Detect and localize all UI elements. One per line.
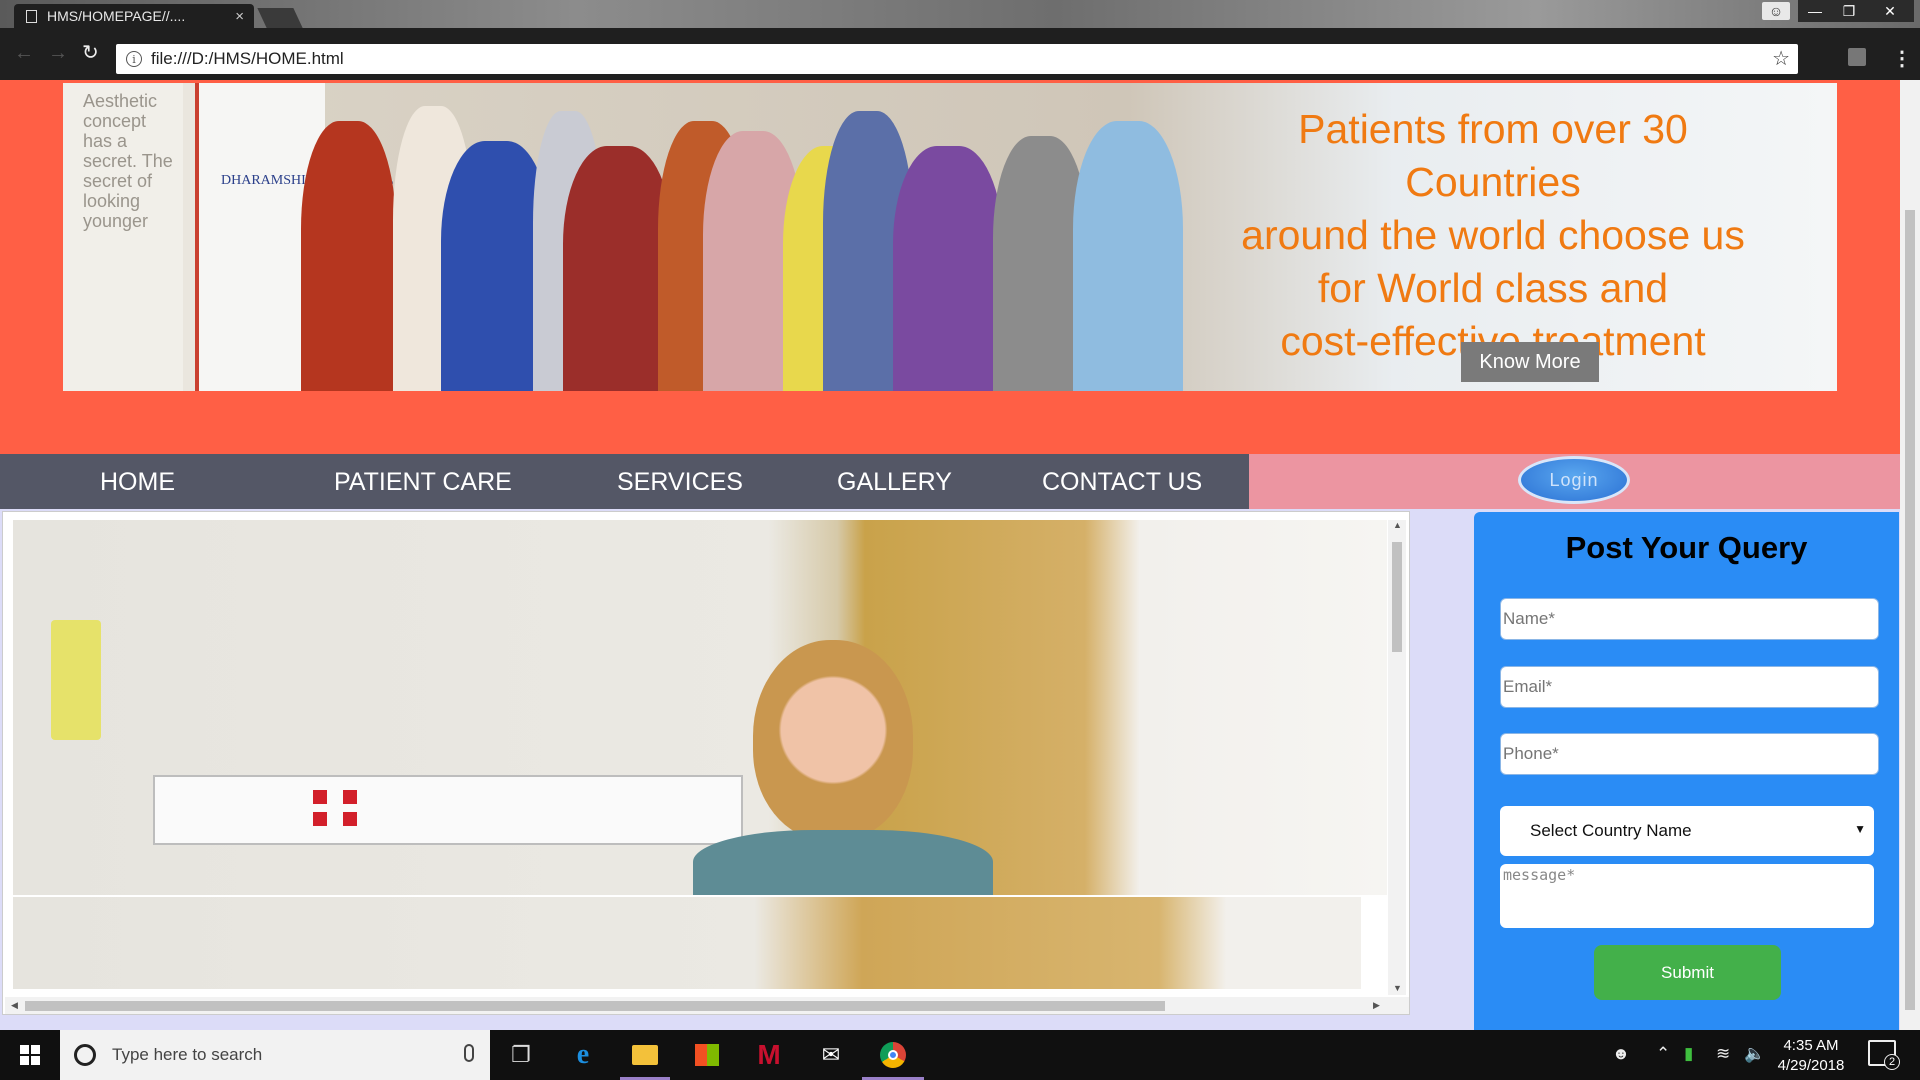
banner-headline-line: around the world choose us [1241, 212, 1745, 258]
page-scroll-thumb[interactable] [1905, 210, 1915, 1010]
store-icon[interactable] [692, 1040, 722, 1070]
query-form-title: Post Your Query [1565, 530, 1808, 565]
nav-contact-us[interactable]: CONTACT US [1042, 468, 1202, 497]
windows-logo-icon [20, 1045, 40, 1065]
cortana-icon [74, 1044, 96, 1066]
power-outlet [313, 790, 327, 804]
submit-button[interactable]: Submit [1594, 945, 1781, 1000]
scroll-down-arrow-icon[interactable]: ▼ [1393, 983, 1402, 993]
login-button[interactable]: Login [1518, 456, 1630, 504]
back-arrow-icon[interactable]: ← [14, 42, 34, 65]
nav-gallery[interactable]: GALLERY [837, 468, 952, 497]
volume-icon[interactable]: 🔈 [1744, 1044, 1765, 1064]
nav-patient-care[interactable]: PATIENT CARE [334, 468, 512, 497]
bookmark-star-icon[interactable]: ☆ [1772, 46, 1790, 71]
person-figure [301, 121, 396, 391]
power-outlet [313, 812, 327, 826]
search-placeholder: Type here to search [112, 1045, 263, 1064]
banner-headline-line: Patients from over 30 Countries [1298, 106, 1688, 205]
sharps-container [51, 620, 101, 740]
message-placeholder: message* [1503, 866, 1576, 884]
nurse-scrubs [693, 830, 993, 895]
extension-icon[interactable] [1848, 48, 1866, 66]
start-button[interactable] [0, 1030, 60, 1080]
address-bar[interactable]: i file:///D:/HMS/HOME.html ☆ [116, 44, 1798, 74]
frame-vscroll-thumb[interactable] [1392, 542, 1402, 652]
profile-icon[interactable]: ☺ [1762, 2, 1790, 20]
taskbar-search-box[interactable]: Type here to search [60, 1030, 490, 1080]
url-text[interactable]: file:///D:/HMS/HOME.html [151, 49, 344, 69]
tab-close-icon[interactable]: × [235, 8, 244, 25]
nav-services[interactable]: SERVICES [617, 468, 743, 497]
browser-menu-icon[interactable]: ⋮ [1892, 46, 1912, 71]
power-outlet [343, 812, 357, 826]
banner-headline-line: for World class and [1317, 265, 1669, 311]
nurse-photo-repeat [13, 897, 1361, 989]
windows-taskbar: Type here to search ❐ e M ✉ ☻ ⌃ ▮ ≋ 🔈 4:… [0, 1030, 1920, 1080]
frame-horizontal-scrollbar[interactable]: ◀ ▶ [5, 997, 1409, 1014]
nurse-photo [13, 520, 1387, 895]
clock-time: 4:35 AM [1783, 1037, 1839, 1054]
frame-vertical-scrollbar[interactable]: ▲ ▼ [1388, 520, 1406, 995]
scroll-left-arrow-icon[interactable]: ◀ [11, 1000, 18, 1011]
info-icon[interactable]: i [126, 51, 142, 67]
know-more-button[interactable]: Know More [1461, 342, 1599, 382]
mail-icon[interactable]: ✉ [816, 1040, 846, 1070]
query-form-panel: Post Your Query Select Country Name ▼ me… [1474, 512, 1899, 1030]
medical-gas-panel [153, 775, 743, 845]
forward-arrow-icon[interactable]: → [48, 42, 68, 65]
window-close-button[interactable]: ✕ [1866, 0, 1914, 22]
banner-headline: Patients from over 30 Countries around t… [1213, 103, 1773, 368]
clock-date: 4/29/2018 [1777, 1057, 1845, 1074]
content-frame[interactable]: ▲ ▼ ◀ ▶ [2, 511, 1410, 1015]
mcafee-icon[interactable]: M [754, 1039, 784, 1070]
person-figure [893, 146, 1003, 391]
chrome-icon[interactable] [878, 1040, 908, 1070]
clock[interactable]: 4:35 AM 4/29/2018 [1766, 1036, 1856, 1076]
country-select-value: Select Country Name [1530, 821, 1692, 840]
scroll-right-arrow-icon[interactable]: ▶ [1373, 1000, 1380, 1011]
microphone-icon[interactable] [464, 1044, 474, 1062]
task-view-icon[interactable]: ❐ [506, 1040, 536, 1070]
nav-home[interactable]: HOME [100, 468, 175, 497]
person-figure [563, 146, 673, 391]
poster-tagline: Aesthetic concept has a secret. The secr… [83, 91, 173, 231]
restore-button[interactable]: ❐ [1832, 0, 1866, 22]
power-outlet [343, 790, 357, 804]
wifi-icon[interactable]: ≋ [1716, 1044, 1730, 1064]
tab-title: HMS/HOMEPAGE//.... [47, 8, 186, 24]
message-field[interactable]: message* [1500, 864, 1874, 928]
scroll-up-arrow-icon[interactable]: ▲ [1393, 520, 1402, 530]
document-icon [26, 9, 37, 23]
action-center-icon[interactable]: 2 [1868, 1040, 1900, 1070]
country-select[interactable]: Select Country Name ▼ [1500, 806, 1874, 856]
notification-count-badge: 2 [1884, 1054, 1900, 1070]
minimize-button[interactable]: — [1798, 0, 1832, 22]
nurse-figure [753, 640, 913, 840]
show-hidden-icons-chevron-icon[interactable]: ⌃ [1656, 1044, 1670, 1064]
edge-icon[interactable]: e [568, 1039, 598, 1070]
phone-field[interactable] [1500, 733, 1879, 775]
person-figure [1073, 121, 1183, 391]
browser-tab[interactable]: HMS/HOMEPAGE//.... × [14, 4, 254, 28]
people-icon[interactable]: ☻ [1612, 1044, 1630, 1064]
page-viewport: Aesthetic concept has a secret. The secr… [0, 80, 1900, 1030]
file-explorer-icon[interactable] [630, 1040, 660, 1070]
frame-hscroll-thumb[interactable] [25, 1001, 1165, 1011]
aesthetic-poster: Aesthetic concept has a secret. The secr… [63, 83, 183, 391]
email-field[interactable] [1500, 666, 1879, 708]
dropdown-arrow-icon: ▼ [1854, 822, 1866, 836]
main-navbar: HOME PATIENT CARE SERVICES GALLERY CONTA… [0, 454, 1249, 509]
name-field[interactable] [1500, 598, 1879, 640]
page-vertical-scrollbar[interactable] [1900, 80, 1920, 1030]
reload-icon[interactable]: ↻ [82, 40, 99, 65]
battery-icon[interactable]: ▮ [1684, 1044, 1693, 1064]
browser-titlebar: HMS/HOMEPAGE//.... × ☺ — ❐ ✕ [0, 0, 1920, 28]
new-tab-button[interactable] [257, 8, 303, 28]
